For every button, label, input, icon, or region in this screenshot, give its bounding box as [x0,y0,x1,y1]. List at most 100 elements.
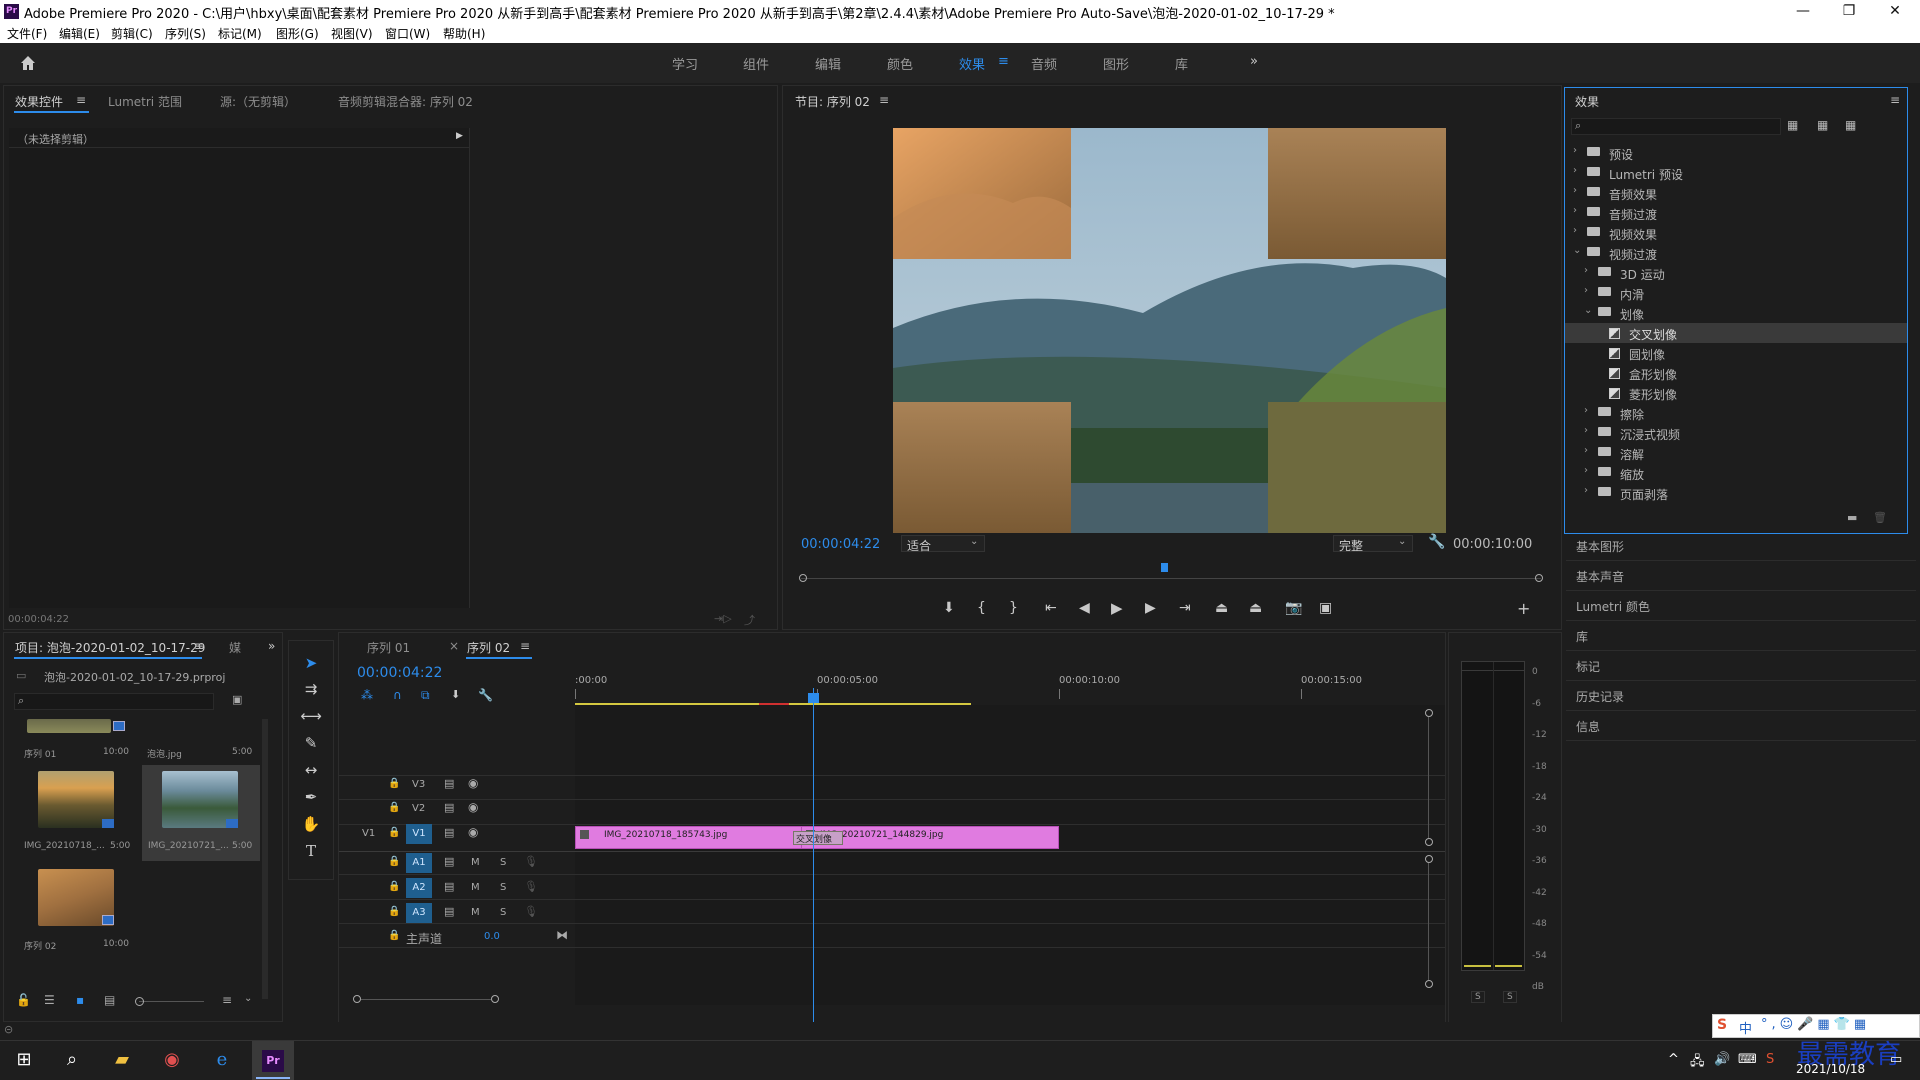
effects-title[interactable]: 效果 [1575,93,1599,110]
zoom-slider[interactable] [139,1001,204,1002]
effects-tree-item[interactable]: › 擦除 [1565,403,1907,423]
sync-lock-icon[interactable]: ▤ [444,801,454,814]
time-ruler[interactable]: :00:00 00:00:05:00 00:00:10:00 00:00:15:00 [575,673,1445,705]
menu-marker[interactable]: 标记(M) [218,25,262,42]
volume-icon[interactable]: 🔊 [1714,1052,1730,1067]
ime-tools-icon[interactable]: °,☺🎤▦👕▦ [1761,1017,1870,1032]
panel-markers[interactable]: 标记 [1566,651,1916,681]
search-icon[interactable]: ⌕ [52,1043,92,1077]
step-back-icon[interactable]: ◀ [1079,600,1090,616]
sync-lock-icon[interactable]: ▤ [444,777,454,790]
panel-info[interactable]: 信息 [1566,711,1916,741]
hscroll-start-handle[interactable] [353,995,361,1003]
solo-button[interactable]: S [500,907,506,918]
track-target-a2[interactable]: A2 [406,878,432,898]
program-title[interactable]: 节目: 序列 02 [795,93,870,110]
chevron-down-icon[interactable]: ⌄ [1584,305,1592,316]
notification-icon[interactable]: ▭ [1890,1052,1902,1067]
icon-view-icon[interactable]: ▪ [76,993,84,1007]
new-bin-from-search-icon[interactable]: ▣ [232,693,242,706]
more-tabs-icon[interactable]: » [268,639,275,653]
fit-dropdown[interactable]: 适合 ⌄ [901,535,985,553]
effects-tree-item[interactable]: 盒形划像 [1565,363,1907,383]
list-view-icon[interactable]: ☰ [44,993,55,1007]
play-button[interactable]: ▶ [1111,599,1123,617]
program-current-timecode[interactable]: 00:00:04:22 [801,537,880,552]
ime-mode[interactable]: 中 [1739,1018,1752,1037]
lock-icon[interactable]: 🔒 [388,856,400,867]
clip[interactable]: IMG_20210718_185743.jpg [575,826,811,849]
workspace-assembly[interactable]: 组件 [743,54,769,73]
program-scrubber[interactable] [799,563,1543,587]
tab-effect-controls[interactable]: 效果控件 [15,93,63,110]
track-target-a1[interactable]: A1 [406,853,432,873]
go-to-in-icon[interactable]: ⇤ [1045,600,1057,616]
workspace-audio[interactable]: 音频 [1031,54,1057,73]
chevron-right-icon[interactable]: › [1584,425,1588,436]
tab-audio-clip-mixer[interactable]: 音频剪辑混合器: 序列 02 [338,93,473,110]
project-item-thumb[interactable] [27,719,111,733]
effects-tree-item[interactable]: › 音频效果 [1565,183,1907,203]
network-icon[interactable]: 🖧 [1690,1052,1705,1074]
sync-lock-icon[interactable]: ▤ [444,826,454,839]
program-menu-icon[interactable]: ≡ [879,93,889,107]
windows-start-icon[interactable]: ⊞ [4,1043,44,1077]
mic-icon[interactable]: 🎙 [524,855,538,868]
solo-button[interactable]: S [500,857,506,868]
source-patch-v1[interactable]: V1 [362,828,375,839]
effects-tree-item[interactable]: ⌄ 视频过渡 [1565,243,1907,263]
effects-tree-item[interactable]: › 3D 运动 [1565,263,1907,283]
track-target-a3[interactable]: A3 [406,903,432,923]
workspace-more-icon[interactable]: » [1250,54,1258,69]
chevron-right-icon[interactable]: › [1573,165,1577,176]
project-scrollbar[interactable] [262,719,268,999]
chevron-right-icon[interactable]: › [1573,205,1577,216]
quality-dropdown[interactable]: 完整 ⌄ [1333,535,1413,553]
vscroll-handle[interactable] [1425,709,1433,717]
type-tool-icon[interactable]: T [300,840,322,862]
effects-tree-item[interactable]: › 音频过渡 [1565,203,1907,223]
track-area[interactable] [575,705,1445,1005]
effects-tree-item[interactable]: › 缩放 [1565,463,1907,483]
paint-app-icon[interactable]: ◉ [152,1043,192,1077]
solo-button[interactable]: S [500,882,506,893]
playhead[interactable] [808,693,819,703]
chevron-right-icon[interactable]: › [1584,405,1588,416]
chevron-right-icon[interactable]: › [1584,465,1588,476]
pen-tool-icon[interactable]: ✒ [300,786,322,808]
workspace-learn[interactable]: 学习 [672,54,698,73]
effects-tree-item[interactable]: ⌄ 划像 [1565,303,1907,323]
chevron-right-icon[interactable]: › [1584,485,1588,496]
panel-lumetri-color[interactable]: Lumetri 颜色 [1566,591,1916,621]
yuv-effects-icon[interactable]: ▦ [1845,118,1856,132]
sync-lock-icon[interactable]: ▤ [444,905,454,918]
project-tab[interactable]: 项目: 泡泡-2020-01-02_10-17-29 [15,639,205,656]
step-forward-icon[interactable]: ▶ [1145,600,1156,616]
eye-icon[interactable]: ◉ [468,825,478,839]
chevron-right-icon[interactable]: › [1584,265,1588,276]
panel-history[interactable]: 历史记录 [1566,681,1916,711]
lock-icon[interactable]: 🔒 [388,827,400,838]
accelerated-effects-icon[interactable]: ▦ [1787,118,1798,132]
hscroll-end-handle[interactable] [491,995,499,1003]
premiere-taskbar-active[interactable]: Pr [252,1041,294,1080]
camera-icon[interactable]: 📷 [1285,600,1302,616]
mark-in-icon[interactable]: { [977,600,986,616]
lock-icon[interactable]: 🔓 [16,993,31,1007]
mute-button[interactable]: M [471,882,480,893]
eye-icon[interactable]: ◉ [468,800,478,814]
mic-icon[interactable]: 🎙 [524,880,538,893]
add-marker-icon[interactable]: ⬇ [943,600,955,616]
vscroll-handle[interactable] [1425,980,1433,988]
panel-menu-icon[interactable]: ≡ [76,93,86,107]
sort-icon[interactable]: ≡ [222,993,232,1007]
timeline-timecode[interactable]: 00:00:04:22 [357,665,442,681]
button-editor-plus-icon[interactable]: + [1517,599,1530,618]
lock-icon[interactable]: 🔒 [388,906,400,917]
lock-icon[interactable]: 🔒 [388,930,400,941]
chevron-down-icon[interactable]: ⌄ [244,993,252,1004]
tab-source[interactable]: 源:（无剪辑） [220,93,296,110]
lock-icon[interactable]: 🔒 [388,802,400,813]
chevron-right-icon[interactable]: › [1573,225,1577,236]
tab-sequence-02[interactable]: 序列 02 [467,639,510,656]
